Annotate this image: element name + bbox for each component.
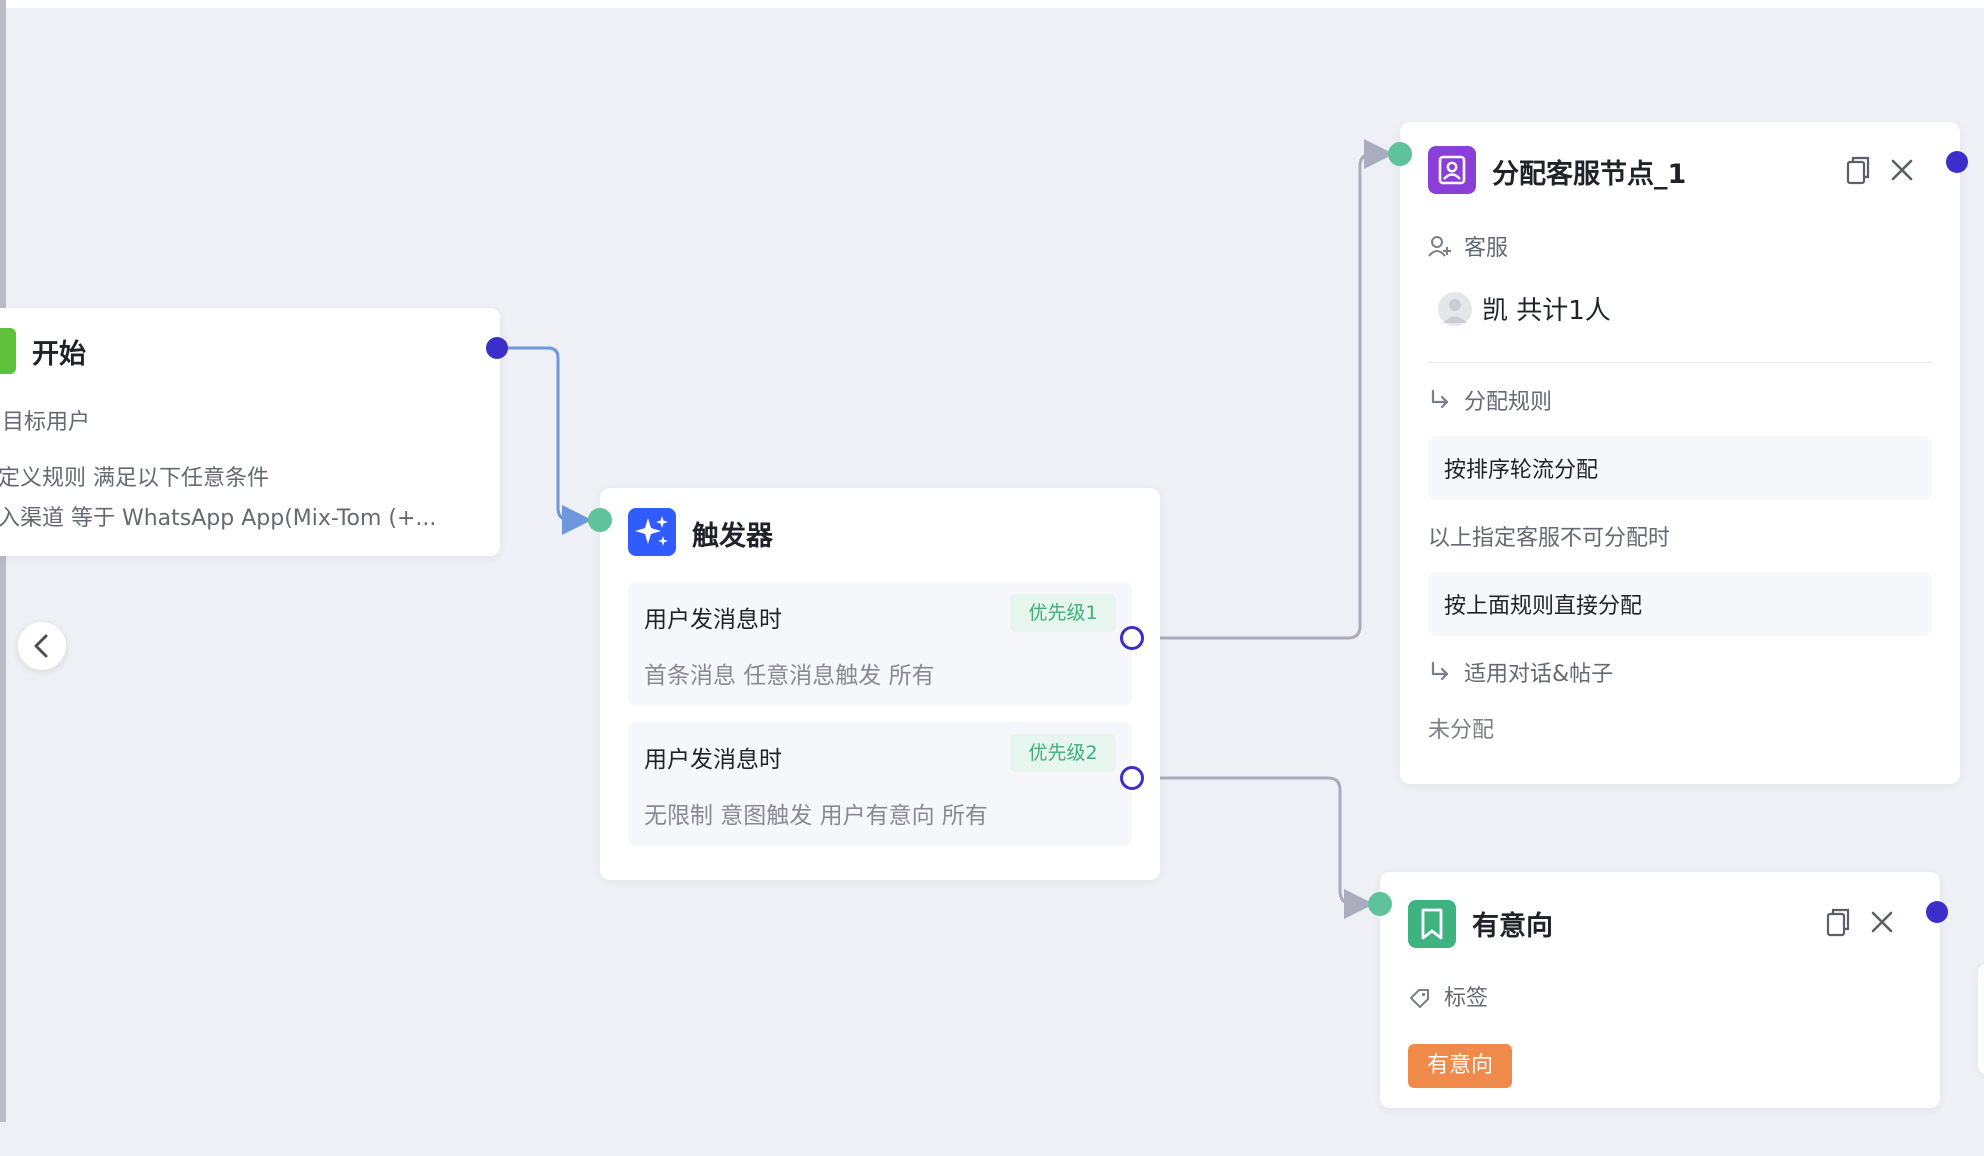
trigger-rule-1-title: 用户发消息时	[644, 607, 782, 633]
arrow-turn-icon	[1431, 389, 1449, 409]
trigger-rule-2[interactable]: 用户发消息时 优先级2 无限制 意图触发 用户有意向 所有	[628, 722, 1132, 846]
assign-input-port[interactable]	[1388, 142, 1412, 166]
fallback-value-box[interactable]: 按上面规则直接分配	[1428, 572, 1932, 636]
close-icon	[1891, 159, 1913, 181]
start-node-title: 开始	[32, 339, 86, 370]
scope-label: 适用对话&帖子	[1464, 662, 1614, 687]
copy-intent-node-button[interactable]	[1824, 906, 1852, 945]
priority-badge-1: 优先级1	[1010, 594, 1116, 632]
bookmark-icon	[1408, 900, 1456, 948]
trigger-rule-2-output-port[interactable]	[1120, 766, 1144, 790]
trigger-rule-2-details: 无限制 意图触发 用户有意向 所有	[644, 803, 988, 829]
fallback-value: 按上面规则直接分配	[1444, 594, 1643, 619]
tag-icon	[1410, 989, 1429, 1008]
tag-label: 标签	[1444, 986, 1489, 1011]
agent-label: 客服	[1464, 236, 1509, 261]
trigger-rule-2-title: 用户发消息时	[644, 747, 782, 773]
copy-node-button[interactable]	[1844, 154, 1872, 193]
close-node-button[interactable]	[1888, 156, 1916, 191]
chevron-left-icon	[34, 634, 48, 658]
start-output-port[interactable]	[486, 337, 508, 359]
scope-value: 未分配	[1428, 718, 1495, 743]
trigger-rule-1[interactable]: 用户发消息时 优先级1 首条消息 任意消息触发 所有	[628, 582, 1132, 706]
assign-node-title: 分配客服节点_1	[1492, 159, 1687, 190]
intent-tag: 有意向	[1408, 1044, 1512, 1088]
close-intent-node-button[interactable]	[1868, 908, 1896, 943]
edge-start-to-trigger	[497, 346, 592, 535]
assign-divider	[1428, 362, 1932, 363]
start-target-users-label: 目标用户	[2, 410, 91, 435]
user-add-icon	[1428, 236, 1451, 257]
trigger-rule-1-output-port[interactable]	[1120, 626, 1144, 650]
trigger-node-title: 触发器	[692, 521, 773, 552]
sparkle-icon	[628, 508, 676, 556]
copy-icon	[1826, 908, 1850, 937]
assign-rule-value-box[interactable]: 按排序轮流分配	[1428, 436, 1932, 500]
trigger-input-port[interactable]	[588, 508, 612, 532]
intent-node[interactable]: 有意向 标签 有意向	[1380, 872, 1940, 1108]
copy-icon	[1846, 156, 1870, 185]
priority-badge-2: 优先级2	[1010, 734, 1116, 772]
close-icon	[1871, 911, 1893, 933]
agent-icon	[1428, 146, 1476, 194]
assign-output-port[interactable]	[1946, 151, 1968, 173]
trigger-node[interactable]: 触发器 用户发消息时 优先级1 首条消息 任意消息触发 所有 用户发消息时 优先…	[600, 488, 1160, 880]
offscreen-node-edge	[1978, 964, 1984, 1074]
arrow-turn-icon-2	[1431, 661, 1449, 681]
start-icon	[0, 328, 16, 374]
intent-output-port[interactable]	[1926, 901, 1948, 923]
assign-rule-label: 分配规则	[1464, 390, 1553, 415]
intent-input-port[interactable]	[1368, 892, 1392, 916]
edge-trigger-rule2-to-intent	[1132, 776, 1374, 919]
fallback-label: 以上指定客服不可分配时	[1428, 526, 1671, 551]
collapse-panel-button[interactable]	[18, 622, 66, 670]
agent-summary: 凯 共计1人	[1482, 296, 1611, 326]
start-rule-line: 定义规则 满足以下任意条件	[0, 466, 269, 491]
start-condition-line: 入渠道 等于 WhatsApp App(Mix-Tom (+...	[0, 506, 437, 531]
assign-agent-node[interactable]: 分配客服节点_1 客服 凯 共计1人 分配规则 按排序轮流分配 以上指定客服不可…	[1400, 122, 1960, 784]
assign-rule-value: 按排序轮流分配	[1444, 458, 1599, 483]
avatar	[1438, 292, 1472, 326]
intent-node-title: 有意向	[1472, 911, 1553, 942]
trigger-rule-1-details: 首条消息 任意消息触发 所有	[644, 663, 935, 689]
edge-trigger-rule1-to-assign	[1132, 139, 1394, 640]
start-node[interactable]: 开始 目标用户 定义规则 满足以下任意条件 入渠道 等于 WhatsApp Ap…	[0, 308, 500, 556]
